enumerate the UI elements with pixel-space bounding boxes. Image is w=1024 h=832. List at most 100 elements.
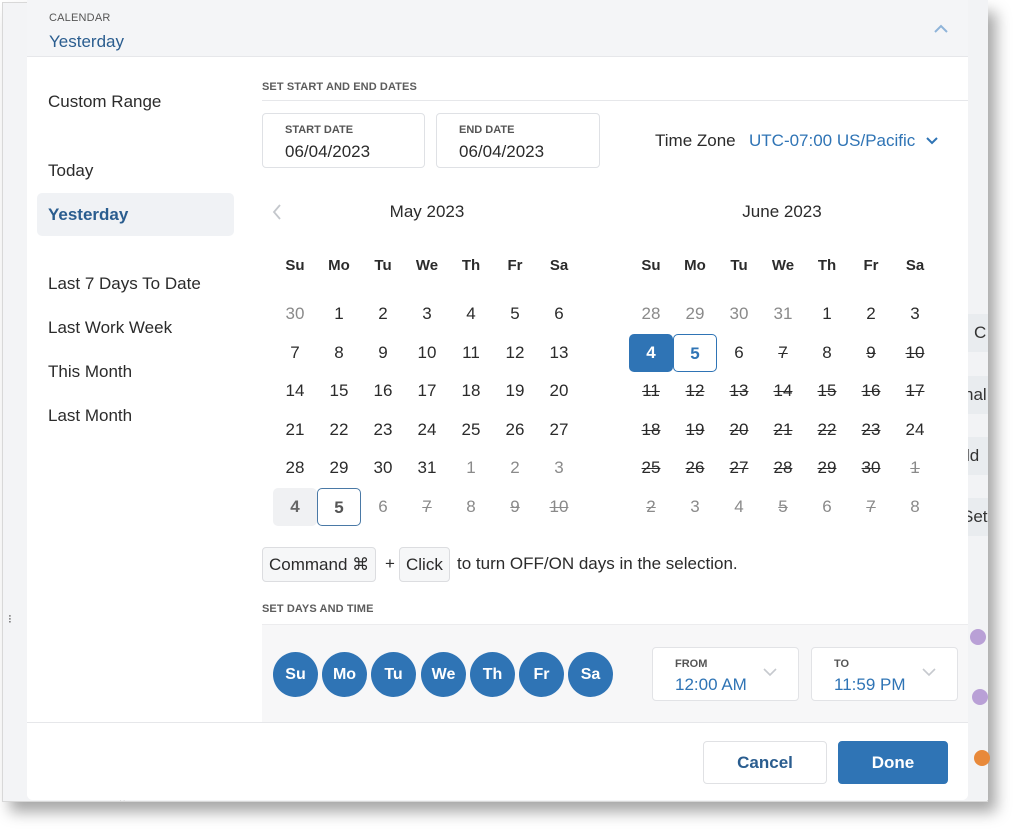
calendar-day-may[interactable]: 25 [449, 411, 493, 449]
chevron-up-icon[interactable] [932, 20, 950, 38]
calendar-day-june[interactable]: 2 [849, 295, 893, 333]
calendar-day-may[interactable]: 29 [317, 449, 361, 487]
calendar-day-june[interactable]: 12 [673, 372, 717, 410]
calendar-day-may[interactable]: 26 [493, 411, 537, 449]
calendar-day-may[interactable]: 3 [537, 449, 581, 487]
weekday-toggle-sa[interactable]: Sa [568, 652, 613, 697]
calendar-day-june[interactable]: 1 [805, 295, 849, 333]
preset-last-7-days[interactable]: Last 7 Days To Date [37, 262, 234, 305]
calendar-day-may[interactable]: 2 [493, 449, 537, 487]
calendar-day-may[interactable]: 12 [493, 334, 537, 372]
weekday-toggle-th[interactable]: Th [470, 652, 515, 697]
calendar-day-may[interactable]: 10 [537, 488, 581, 526]
calendar-day-may[interactable]: 23 [361, 411, 405, 449]
calendar-day-june[interactable]: 9 [849, 334, 893, 372]
calendar-day-june[interactable]: 30 [717, 295, 761, 333]
weekday-toggle-we[interactable]: We [421, 652, 466, 697]
calendar-day-june[interactable]: 6 [717, 334, 761, 372]
calendar-day-june[interactable]: 7 [849, 488, 893, 526]
calendar-day-may[interactable]: 10 [405, 334, 449, 372]
calendar-day-june[interactable]: 29 [673, 295, 717, 333]
calendar-day-june[interactable]: 28 [629, 295, 673, 333]
calendar-day-june[interactable]: 6 [805, 488, 849, 526]
calendar-day-june[interactable]: 3 [893, 295, 937, 333]
calendar-day-june[interactable]: 13 [717, 372, 761, 410]
calendar-day-may[interactable]: 9 [361, 334, 405, 372]
calendar-day-may[interactable]: 13 [537, 334, 581, 372]
calendar-day-may[interactable]: 7 [273, 334, 317, 372]
calendar-day-may[interactable]: 6 [361, 488, 405, 526]
calendar-day-june[interactable]: 4 [717, 488, 761, 526]
calendar-day-june[interactable]: 28 [761, 449, 805, 487]
cancel-button[interactable]: Cancel [703, 741, 827, 784]
from-time-select[interactable]: FROM 12:00 AM [652, 647, 799, 701]
calendar-day-june[interactable]: 5 [761, 488, 805, 526]
calendar-day-june[interactable]: 4 [629, 333, 673, 372]
calendar-day-may[interactable]: 31 [405, 449, 449, 487]
preset-yesterday[interactable]: Yesterday [37, 193, 234, 236]
preset-this-month[interactable]: This Month [37, 350, 234, 393]
calendar-day-june[interactable]: 30 [849, 449, 893, 487]
calendar-day-june[interactable]: 26 [673, 449, 717, 487]
preset-last-work-week[interactable]: Last Work Week [37, 306, 234, 349]
calendar-day-june[interactable]: 7 [761, 334, 805, 372]
calendar-day-june[interactable]: 24 [893, 411, 937, 449]
calendar-day-june[interactable]: 22 [805, 411, 849, 449]
calendar-day-may[interactable]: 4 [273, 488, 317, 526]
timezone-select[interactable]: UTC-07:00 US/Pacific [749, 131, 915, 151]
calendar-day-may[interactable]: 30 [273, 295, 317, 333]
weekday-toggle-su[interactable]: Su [273, 652, 318, 697]
calendar-day-june[interactable]: 21 [761, 411, 805, 449]
weekday-toggle-mo[interactable]: Mo [322, 652, 367, 697]
calendar-day-june[interactable]: 5 [673, 333, 717, 372]
calendar-day-may[interactable]: 28 [273, 449, 317, 487]
calendar-day-may[interactable]: 22 [317, 411, 361, 449]
calendar-day-may[interactable]: 2 [361, 295, 405, 333]
chevron-down-icon[interactable] [925, 134, 939, 148]
calendar-day-may[interactable]: 5 [493, 295, 537, 333]
calendar-day-may[interactable]: 1 [449, 449, 493, 487]
calendar-day-june[interactable]: 11 [629, 372, 673, 410]
done-button[interactable]: Done [838, 741, 948, 784]
calendar-day-june[interactable]: 18 [629, 411, 673, 449]
calendar-day-june[interactable]: 29 [805, 449, 849, 487]
calendar-day-june[interactable]: 10 [893, 334, 937, 372]
calendar-header[interactable]: CALENDAR Yesterday [27, 0, 968, 57]
calendar-day-may[interactable]: 3 [405, 295, 449, 333]
calendar-day-june[interactable]: 20 [717, 411, 761, 449]
calendar-day-june[interactable]: 27 [717, 449, 761, 487]
preset-today[interactable]: Today [37, 149, 234, 192]
calendar-day-may[interactable]: 17 [405, 372, 449, 410]
calendar-day-june[interactable]: 16 [849, 372, 893, 410]
calendar-day-may[interactable]: 30 [361, 449, 405, 487]
calendar-day-june[interactable]: 8 [805, 334, 849, 372]
calendar-day-june[interactable]: 14 [761, 372, 805, 410]
calendar-day-may[interactable]: 5 [317, 488, 361, 526]
to-time-select[interactable]: TO 11:59 PM [811, 647, 958, 701]
calendar-day-june[interactable]: 1 [893, 449, 937, 487]
calendar-day-may[interactable]: 11 [449, 334, 493, 372]
calendar-day-june[interactable]: 8 [893, 488, 937, 526]
calendar-day-june[interactable]: 25 [629, 449, 673, 487]
start-date-field[interactable]: START DATE 06/04/2023 [262, 113, 425, 168]
calendar-day-may[interactable]: 4 [449, 295, 493, 333]
calendar-day-may[interactable]: 24 [405, 411, 449, 449]
end-date-field[interactable]: END DATE 06/04/2023 [436, 113, 600, 168]
calendar-day-may[interactable]: 18 [449, 372, 493, 410]
calendar-day-june[interactable]: 15 [805, 372, 849, 410]
preset-last-month[interactable]: Last Month [37, 394, 234, 437]
calendar-day-may[interactable]: 9 [493, 488, 537, 526]
weekday-toggle-fr[interactable]: Fr [519, 652, 564, 697]
calendar-day-june[interactable]: 23 [849, 411, 893, 449]
calendar-day-may[interactable]: 27 [537, 411, 581, 449]
calendar-day-may[interactable]: 21 [273, 411, 317, 449]
weekday-toggle-tu[interactable]: Tu [371, 652, 416, 697]
calendar-day-may[interactable]: 8 [317, 334, 361, 372]
calendar-day-may[interactable]: 16 [361, 372, 405, 410]
calendar-day-june[interactable]: 3 [673, 488, 717, 526]
calendar-day-may[interactable]: 1 [317, 295, 361, 333]
calendar-day-june[interactable]: 17 [893, 372, 937, 410]
calendar-day-june[interactable]: 31 [761, 295, 805, 333]
calendar-day-may[interactable]: 14 [273, 372, 317, 410]
calendar-day-may[interactable]: 20 [537, 372, 581, 410]
